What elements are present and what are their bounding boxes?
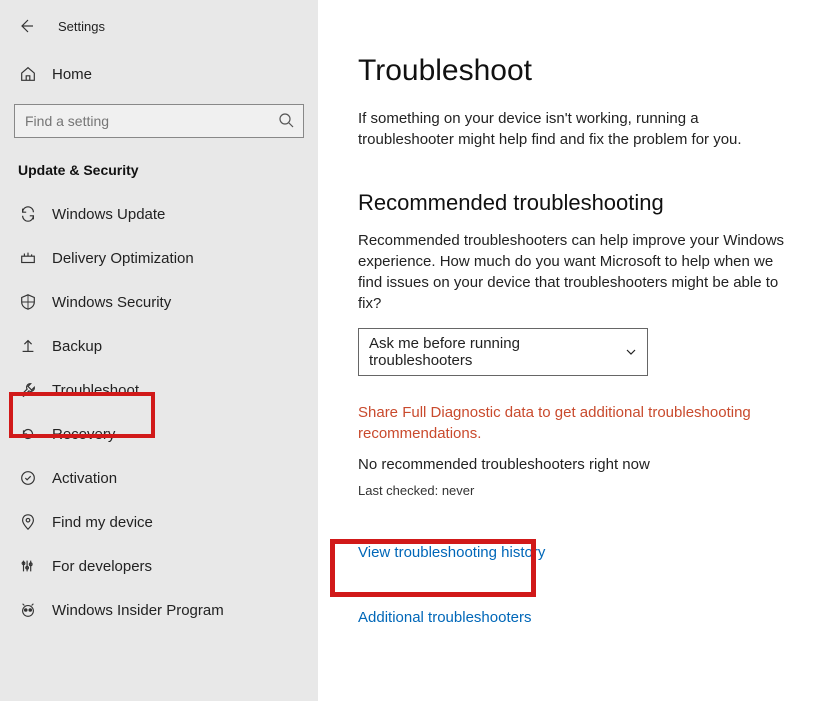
header-row: Settings [0,18,318,54]
dropdown-value: Ask me before running troubleshooters [369,335,625,369]
sidebar-item-label: Troubleshoot [52,382,139,399]
sidebar-item-label: Windows Security [52,294,171,311]
sync-icon [18,204,38,224]
sidebar-item-label: Windows Update [52,206,165,223]
sidebar-item-windows-update[interactable]: Windows Update [0,192,318,236]
view-history-link[interactable]: View troubleshooting history [358,544,796,561]
search-input[interactable] [14,104,304,138]
chevron-down-icon [625,346,637,358]
sidebar-item-label: Windows Insider Program [52,602,224,619]
recommendation-level-dropdown[interactable]: Ask me before running troubleshooters [358,328,648,376]
sidebar-item-windows-security[interactable]: Windows Security [0,280,318,324]
sidebar-section-title: Update & Security [0,154,318,192]
page-title: Troubleshoot [358,54,796,88]
insider-icon [18,600,38,620]
developers-icon [18,556,38,576]
sidebar-item-for-developers[interactable]: For developers [0,544,318,588]
sidebar-item-label: Recovery [52,426,115,443]
checkmark-circle-icon [18,468,38,488]
recovery-icon [18,424,38,444]
main-content: Troubleshoot If something on your device… [318,0,836,701]
sidebar-item-windows-insider[interactable]: Windows Insider Program [0,588,318,632]
additional-troubleshooters-link[interactable]: Additional troubleshooters [358,609,796,626]
sidebar-item-label: Delivery Optimization [52,250,194,267]
sidebar-item-troubleshoot[interactable]: Troubleshoot [0,368,318,412]
delivery-icon [18,248,38,268]
sidebar-item-label: Find my device [52,514,153,531]
back-arrow-icon[interactable] [18,18,34,34]
sidebar-item-recovery[interactable]: Recovery [0,412,318,456]
sidebar-item-label: For developers [52,558,152,575]
sidebar: Settings Home Update & Security Windows … [0,0,318,701]
shield-icon [18,292,38,312]
sidebar-item-delivery-optimization[interactable]: Delivery Optimization [0,236,318,280]
wrench-icon [18,380,38,400]
diagnostic-data-alert: Share Full Diagnostic data to get additi… [358,402,758,444]
sidebar-nav-list: Windows Update Delivery Optimization Win… [0,192,318,632]
backup-icon [18,336,38,356]
sidebar-home[interactable]: Home [0,54,318,94]
app-title: Settings [58,19,105,34]
home-icon [18,64,38,84]
no-recommended-text: No recommended troubleshooters right now [358,456,796,473]
sidebar-home-label: Home [52,66,92,83]
sidebar-item-label: Backup [52,338,102,355]
search-wrap [14,104,304,138]
sidebar-item-find-my-device[interactable]: Find my device [0,500,318,544]
sidebar-item-backup[interactable]: Backup [0,324,318,368]
last-checked-text: Last checked: never [358,483,796,498]
sidebar-item-label: Activation [52,470,117,487]
recommended-description: Recommended troubleshooters can help imp… [358,230,788,314]
location-icon [18,512,38,532]
recommended-title: Recommended troubleshooting [358,190,796,216]
search-icon [278,112,294,128]
sidebar-item-activation[interactable]: Activation [0,456,318,500]
page-description: If something on your device isn't workin… [358,108,788,150]
